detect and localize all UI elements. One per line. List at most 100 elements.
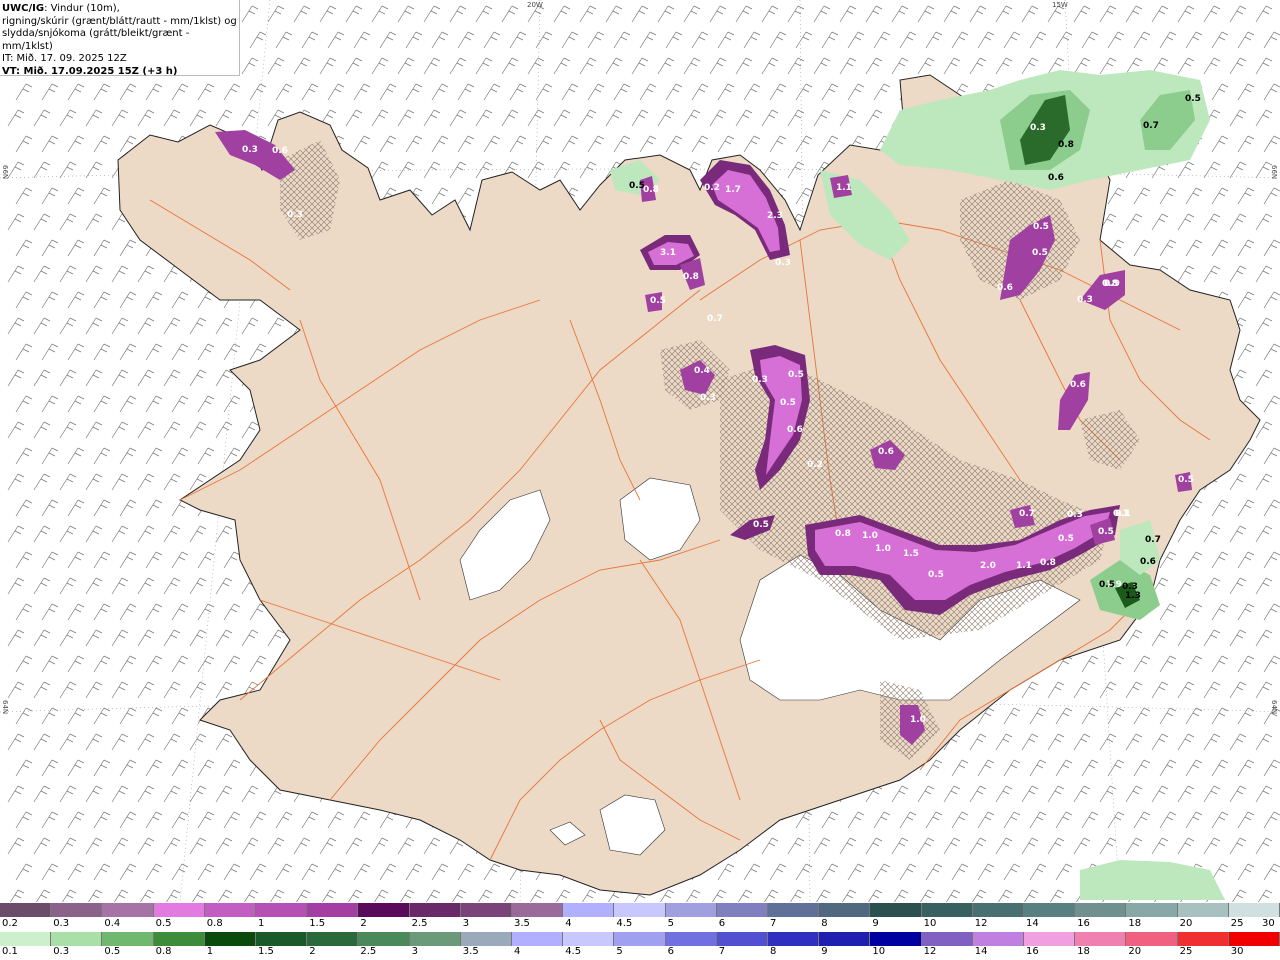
colorbar-cell [1126,932,1178,946]
info-line-title: UWC/IG: Vindur (10m), [2,3,239,16]
colorbar-cell [870,932,922,946]
colorbar-cell [921,903,973,917]
precip-value-label: 0.5 [1178,475,1194,485]
init-time: IT: Mið. 17. 09. 2025 12Z [2,53,127,64]
colorbar-cell [716,932,769,946]
precip-value-label: 0.5 [650,296,666,306]
colorbar-cell [972,903,1025,917]
precip-value-label: 2.0 [980,561,996,571]
colorbar-cell [51,932,103,946]
colorbar-cell [614,932,666,946]
colorbar-label: 1.5 [309,918,326,929]
precip-value-label: 1.1 [1016,561,1032,571]
precip-value-label: 0.5 [1185,94,1201,104]
precip-value-label: 0.5 [1033,222,1049,232]
lat-label-66n-right: 66N [1270,165,1278,179]
colorbar-label: 6 [718,918,726,929]
colorbar-cell [819,932,871,946]
colorbar-label: 3.5 [514,918,530,929]
colorbar-cell [460,903,513,917]
precip-value-label: 1.5 [903,549,919,559]
precip-value-label: 0.2 [807,460,823,470]
colorbar-label: 8 [821,918,828,929]
precip-value-label: 0.6 [787,425,803,435]
colorbar-cell [1228,903,1280,917]
colorbar-cell [204,903,257,917]
colorbar-label: 12 [974,918,988,929]
precip-value-label: 0.8 [683,272,699,282]
precip-value-label: 0.4 [694,366,710,376]
colorbar-label: 9 [872,918,879,929]
colorbar-cell [0,903,52,917]
colorbar-label: 20 [1128,946,1142,957]
colorbar-label: 10 [923,918,937,929]
colorbar-cell [665,932,717,946]
colorbar-label: 4.5 [565,946,582,957]
colorbar-label: 4 [565,918,572,929]
colorbar-label: 0.5 [104,946,121,957]
colorbar-cell [204,932,257,946]
colorbar-label: 30 [1262,918,1275,929]
precip-value-label: 1.0 [910,715,926,725]
colorbar-snow [0,903,1280,917]
precip-value-label: 0.7 [1145,535,1161,545]
precip-value-label: 0.3 [1067,510,1083,520]
precip-value-label: 1.0 [875,544,891,554]
precip-value-label: 0.6 [1140,557,1156,567]
precip-value-label: 3.1 [660,248,676,258]
precip-value-label: 0.5 [753,520,769,530]
colorbar-cell [768,903,820,917]
colorbar-cell [409,932,461,946]
colorbar-label: 0.5 [155,918,172,929]
colorbar-cell [358,932,410,946]
precip-value-label: 0.9 [1104,279,1120,289]
precip-value-label: 0.3 [242,145,258,155]
colorbar-cell [358,903,410,917]
precip-value-label: 0.6 [997,283,1013,293]
precip-value-label: 0.7 [1019,509,1035,519]
colorbar-label: 12 [923,946,937,957]
colorbar-label: 16 [1026,946,1039,957]
colorbar-label: 25 [1230,918,1244,929]
colorbar-label: 7 [718,946,726,957]
precip-value-label: 0.5 [780,398,796,408]
precip-value-label: 0.5 [788,370,804,380]
colorbar-cell [563,903,615,917]
colorbar-label: 0.8 [155,946,172,957]
precip-value-label: 0.3 [700,393,716,403]
precip-value-label: 0.2 [704,183,720,193]
colorbar-label: 3.5 [462,946,479,957]
colorbar-cell [614,903,666,917]
colorbar-label: 0.4 [104,918,121,929]
precip-value-label: 0.5 [1032,248,1048,258]
precip-value-label: 0.3 [775,258,791,268]
colorbar-cell [1177,903,1229,917]
lat-label-66n-left: 66N [1,165,9,179]
colorbar-label: 18 [1128,918,1142,929]
colorbar-cell [819,903,871,917]
colorbar-label: 3 [462,918,470,929]
colorbar-label: 6 [667,946,674,957]
colorbar-label: 25 [1179,946,1193,957]
colorbar-cell [768,932,820,946]
colorbar-cell [409,903,461,917]
colorbar-label: 1.5 [258,946,274,957]
precip-value-label: 2.3 [767,211,783,221]
colorbar-cell [972,932,1025,946]
colorbar-cell [1177,932,1229,946]
colorbar-cell [256,903,308,917]
colorbar-label: 30 [1230,946,1244,957]
colorbar-cell [102,932,154,946]
precip-value-label: 0.3 [1077,295,1093,305]
precip-value-label: 0.3 [287,210,303,220]
colorbar-cell [1228,932,1280,946]
weather-map: 0.3 0.6 0.3 0.5 0.8 0.2 1.7 2.3 0.3 3.1 0.8 0.5 0.7 0… [0,0,1280,902]
colorbar-label: 8 [770,946,777,957]
colorbar-cell [51,903,103,917]
colorbar-label: 18 [1077,946,1090,957]
precip-value-label: 0.5 [1099,580,1115,590]
colorbar-cell [512,903,564,917]
colorbar-label: 10 [872,946,886,957]
colorbar-label: 9 [821,946,828,957]
colorbar-label: 2.5 [360,946,377,957]
